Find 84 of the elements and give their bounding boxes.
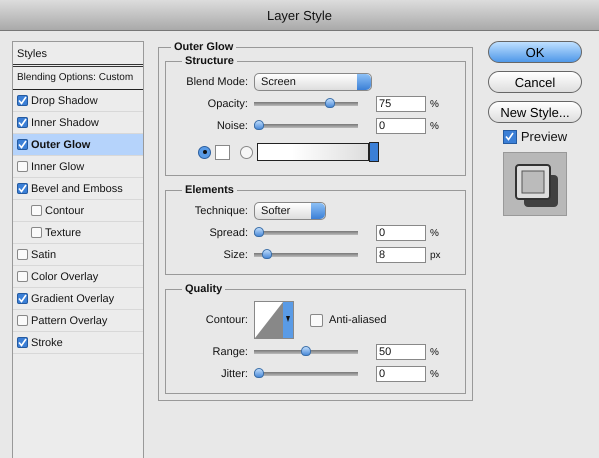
style-label: Gradient Overlay <box>31 292 114 304</box>
style-label: Texture <box>45 226 82 238</box>
slider-label: Opacity: <box>206 98 249 110</box>
style-label: Satin <box>31 248 56 260</box>
style-list-item[interactable]: Texture <box>13 222 143 244</box>
dialog-button[interactable]: New Style... <box>488 101 582 123</box>
dropdown[interactable]: Softer <box>254 202 326 220</box>
style-label: Inner Glow <box>31 160 84 172</box>
checkbox[interactable] <box>17 271 28 282</box>
input-field[interactable]: 0 <box>376 118 426 134</box>
checkbox[interactable] <box>17 249 28 260</box>
checkbox[interactable] <box>17 139 28 150</box>
contour-picker[interactable] <box>254 301 294 339</box>
style-label: Drop Shadow <box>31 94 98 106</box>
group-title: Elements <box>184 184 235 196</box>
field-label: Technique: <box>194 205 249 217</box>
radio-button[interactable] <box>198 146 211 158</box>
style-list-item[interactable]: Drop Shadow <box>13 90 143 112</box>
slider-label: Size: <box>222 249 249 261</box>
slider-thumb[interactable] <box>324 98 334 108</box>
unit-label: % <box>430 120 439 132</box>
group-title: Outer Glow <box>173 41 234 53</box>
checkbox-label: Preview <box>520 129 568 144</box>
style-label: Bevel and Emboss <box>31 182 123 194</box>
window-title: Layer Style <box>266 8 332 22</box>
dialog-button[interactable]: OK <box>488 41 582 63</box>
style-label: Pattern Overlay <box>31 314 108 326</box>
style-list-item[interactable]: Bevel and Emboss <box>13 178 143 200</box>
group-title: Quality <box>184 283 224 295</box>
unit-label: % <box>430 98 439 110</box>
dropdown[interactable]: Screen <box>254 73 372 91</box>
slider-label: Noise: <box>216 120 249 132</box>
checkbox[interactable] <box>17 315 28 326</box>
style-label: Contour <box>45 204 84 216</box>
field-label: Blend Mode: <box>185 76 249 88</box>
checkbox-label: Anti-aliased <box>329 314 386 326</box>
field-label: Contour: <box>204 314 249 326</box>
slider-label: Spread: <box>208 227 249 239</box>
radio-button[interactable] <box>240 146 253 158</box>
checkbox[interactable] <box>17 95 28 106</box>
style-label: Inner Shadow <box>31 116 99 128</box>
slider-label: Jitter: <box>220 368 249 380</box>
slider-thumb[interactable] <box>254 120 264 130</box>
style-list-item[interactable]: Stroke <box>13 332 143 354</box>
style-list-item[interactable]: Contour <box>13 200 143 222</box>
checkbox[interactable] <box>17 183 28 194</box>
input-field[interactable]: 75 <box>376 96 426 112</box>
input-field[interactable]: 8 <box>376 247 426 263</box>
checkbox[interactable] <box>502 130 517 144</box>
style-label: Color Overlay <box>31 270 98 282</box>
style-list-item[interactable]: Outer Glow <box>13 134 143 156</box>
style-label: Stroke <box>31 336 63 348</box>
slider-label: Range: <box>212 346 249 358</box>
style-list-item[interactable]: Inner Glow <box>13 156 143 178</box>
unit-label: % <box>430 346 439 358</box>
style-list-item[interactable]: Color Overlay <box>13 266 143 288</box>
slider-thumb[interactable] <box>254 368 264 378</box>
blending-options-item[interactable]: Blending Options: Custom <box>17 72 134 83</box>
checkbox[interactable] <box>31 205 42 216</box>
input-field[interactable]: 0 <box>376 225 426 241</box>
slider-thumb[interactable] <box>254 227 264 237</box>
checkbox[interactable] <box>17 337 28 348</box>
style-list-item[interactable]: Pattern Overlay <box>13 310 143 332</box>
dialog-button[interactable]: Cancel <box>488 71 582 93</box>
input-field[interactable]: 0 <box>376 366 426 382</box>
group-title: Structure <box>184 55 235 67</box>
checkbox[interactable] <box>17 293 28 304</box>
checkbox[interactable] <box>31 227 42 238</box>
input-field[interactable]: 50 <box>376 344 426 360</box>
unit-label: % <box>430 368 439 380</box>
unit-label: px <box>430 250 441 260</box>
unit-label: % <box>430 228 439 238</box>
styles-header[interactable]: Styles <box>17 48 47 60</box>
checkbox[interactable] <box>17 117 28 128</box>
style-label: Outer Glow <box>31 138 90 150</box>
color-swatch[interactable] <box>215 144 230 160</box>
checkbox[interactable] <box>310 314 323 326</box>
checkbox[interactable] <box>17 161 28 172</box>
slider-thumb[interactable] <box>262 249 272 259</box>
gradient-picker[interactable] <box>257 143 369 161</box>
slider-thumb[interactable] <box>301 346 311 356</box>
style-list-item[interactable]: Satin <box>13 244 143 266</box>
style-preview-drawing <box>503 152 567 216</box>
style-list-item[interactable]: Gradient Overlay <box>13 288 143 310</box>
